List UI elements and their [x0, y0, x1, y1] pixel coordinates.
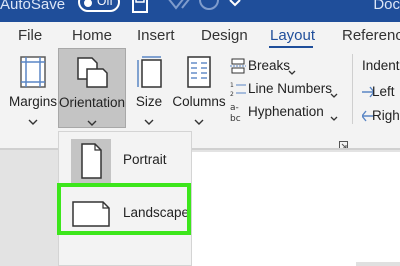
breaks-label: Breaks	[248, 58, 291, 73]
margins-icon	[20, 56, 46, 93]
document-edge	[356, 262, 400, 266]
margins-button[interactable]: Margins	[8, 48, 58, 128]
tab-layout[interactable]: Layout	[270, 27, 315, 44]
line-numbers-label: Line Numbers	[248, 81, 333, 96]
tab-insert[interactable]: Insert	[137, 27, 175, 44]
chevron-down-icon	[194, 112, 204, 130]
hyphenation-icon: a-bc	[230, 101, 248, 128]
indent-left-field[interactable]: Left	[362, 82, 400, 104]
margins-label: Margins	[8, 94, 57, 109]
breaks-icon	[230, 58, 246, 79]
size-button[interactable]: Size	[132, 48, 166, 128]
indent-right-label: Right	[372, 108, 400, 123]
columns-button[interactable]: Columns	[172, 48, 226, 128]
svg-text:a-: a-	[230, 103, 239, 113]
document-title: Doc	[373, 0, 400, 13]
title-bar: AutoSave Off Doc	[0, 0, 400, 22]
line-numbers-icon: 12	[230, 81, 246, 102]
size-label: Size	[135, 94, 163, 109]
autosave-toggle[interactable]: Off	[78, 0, 120, 12]
undo-icon[interactable]	[166, 0, 192, 19]
chevron-down-icon	[330, 109, 338, 127]
autosave-state: Off	[97, 0, 113, 8]
landscape-highlight	[57, 183, 191, 235]
indent-label: Indent	[362, 58, 400, 73]
breaks-button[interactable]: Breaks	[230, 56, 302, 78]
orientation-button[interactable]: Orientation	[58, 48, 126, 128]
save-icon[interactable]	[131, 0, 149, 19]
indent-right-field[interactable]: Right	[361, 106, 400, 128]
tab-home[interactable]: Home	[72, 27, 112, 44]
redo-icon[interactable]	[198, 0, 220, 19]
chevron-down-icon	[87, 113, 97, 131]
tab-references[interactable]: References	[342, 27, 400, 44]
hyphenation-label: Hyphenation	[248, 104, 324, 119]
menu-item-portrait[interactable]: Portrait	[59, 132, 193, 183]
orientation-icon	[75, 57, 109, 94]
svg-text:1: 1	[230, 82, 234, 89]
chevron-down-icon	[144, 112, 154, 130]
toggle-knob	[84, 0, 92, 7]
portrait-label: Portrait	[123, 152, 167, 167]
orientation-label: Orientation	[59, 95, 126, 110]
svg-text:bc: bc	[230, 114, 241, 123]
customize-toolbar-icon[interactable]	[228, 0, 242, 19]
autosave-label: AutoSave	[0, 0, 66, 13]
group-separator	[352, 54, 353, 124]
portrait-thumbnail	[71, 139, 111, 183]
portrait-page-icon	[81, 143, 102, 179]
svg-text:2: 2	[230, 91, 234, 97]
hyphenation-button[interactable]: a-bc Hyphenation	[230, 102, 340, 124]
columns-icon	[187, 56, 211, 93]
chevron-down-icon	[28, 112, 38, 130]
tab-file[interactable]: File	[18, 27, 42, 44]
page-setup-launcher-icon[interactable]	[339, 137, 348, 148]
tab-design[interactable]: Design	[201, 27, 248, 44]
line-numbers-button[interactable]: 12 Line Numbers	[230, 79, 340, 101]
ribbon-tabs: File Home Insert Design Layout Reference…	[0, 22, 400, 48]
size-icon	[135, 56, 163, 93]
indent-left-label: Left	[372, 84, 395, 99]
columns-label: Columns	[172, 94, 226, 109]
